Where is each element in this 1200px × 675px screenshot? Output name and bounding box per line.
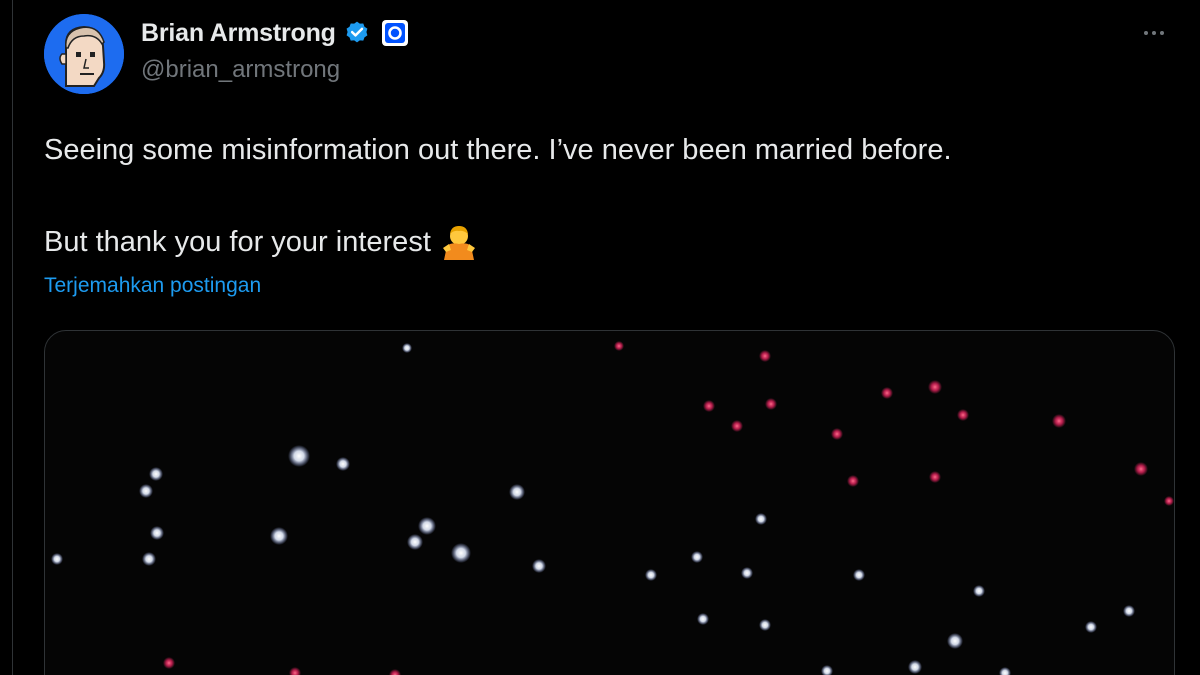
white-light-dot [402,343,412,353]
tweet-text: Seeing some misinformation out there. I’… [44,130,1164,262]
more-options-button[interactable] [1134,18,1174,48]
white-light-dot [908,660,922,674]
more-dot-icon [1152,31,1156,35]
tweet-media[interactable] [44,330,1175,675]
white-light-dot [645,569,657,581]
white-light-dot [288,445,310,467]
cartoon-avatar-icon [44,14,124,94]
tweet-card: Brian Armstrong @brian_armstrong Seeing … [0,0,1200,675]
red-light-dot [703,400,715,412]
verified-badge-icon[interactable] [344,20,370,46]
red-light-dot [389,669,401,675]
tweet-text-line-1: Seeing some misinformation out there. I’… [44,134,952,166]
author-display-name[interactable]: Brian Armstrong [141,19,336,48]
red-light-dot [881,387,893,399]
white-light-dot [821,665,833,675]
red-light-dot [759,350,771,362]
red-light-dot [1164,496,1174,506]
white-light-dot [150,526,164,540]
affiliation-badge[interactable] [381,20,408,46]
drone-light-show-image-icon [51,341,1174,675]
white-light-dot [853,569,865,581]
red-light-dot [831,428,843,440]
white-light-dot [999,667,1011,675]
white-light-dot [270,527,288,545]
red-light-dot [289,667,301,675]
white-light-dot [697,613,709,625]
white-light-dot [336,457,350,471]
white-light-dot [947,633,963,649]
white-light-dot [142,552,156,566]
more-dot-icon [1160,31,1164,35]
white-light-dot [532,559,546,573]
white-light-dot [755,513,767,525]
white-light-dot [51,553,63,565]
red-light-dot [957,409,969,421]
more-dot-icon [1144,31,1148,35]
white-light-dot [509,484,525,500]
white-light-dot [149,467,163,481]
red-light-dot [163,657,175,669]
red-light-dot [731,420,743,432]
red-light-dot [1052,414,1066,428]
white-light-dot [741,567,753,579]
red-light-dot [847,475,859,487]
white-light-dot [451,543,471,563]
red-light-dot [614,341,624,351]
white-light-dot [973,585,985,597]
red-light-dot [765,398,777,410]
author-name-row: Brian Armstrong [141,16,408,50]
tweet-text-line-2: But thank you for your interest [44,226,431,258]
white-light-dot [691,551,703,563]
white-light-dot [1085,621,1097,633]
person-gesturing-ok-emoji-icon [442,226,475,260]
thread-divider [12,0,13,675]
tweet-text-line-2-wrap: But thank you for your interest [44,222,1164,262]
white-light-dot [1123,605,1135,617]
white-light-dot [759,619,771,631]
red-light-dot [929,471,941,483]
translate-post-link[interactable]: Terjemahkan postingan [44,274,261,298]
coinbase-logo-icon [384,23,405,43]
avatar[interactable] [44,14,124,94]
red-light-dot [928,380,942,394]
white-light-dot [139,484,153,498]
white-light-dot [418,517,436,535]
white-light-dot [407,534,423,550]
red-light-dot [1134,462,1148,476]
author-handle[interactable]: @brian_armstrong [141,56,340,84]
